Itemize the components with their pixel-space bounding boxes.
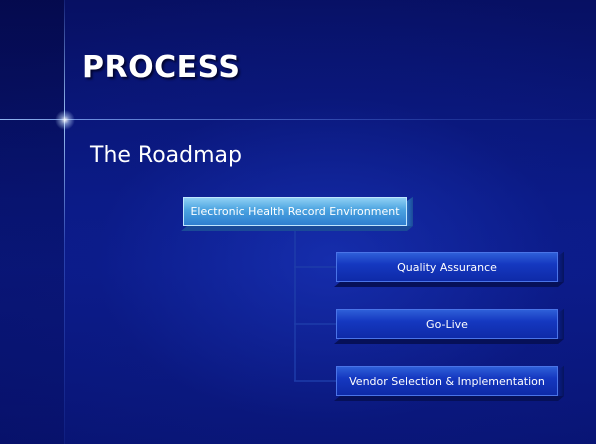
child-node-label: Go-Live — [426, 317, 468, 331]
diagram-root-node: Electronic Health Record Environment — [181, 196, 413, 231]
flare-star-icon — [55, 110, 75, 130]
connector-branch-2 — [294, 323, 336, 325]
connector-branch-3 — [294, 380, 336, 382]
child-node-label: Quality Assurance — [397, 260, 497, 274]
slide: PROCESS The Roadmap Electronic Health Re… — [0, 0, 596, 444]
connector-vertical — [294, 229, 296, 381]
diagram-child-node: Quality Assurance — [334, 251, 564, 287]
connector-branch-1 — [294, 266, 336, 268]
slide-subtitle: The Roadmap — [90, 143, 242, 168]
vertical-flare-line — [64, 0, 65, 444]
child-node-label: Vendor Selection & Implementation — [349, 374, 545, 388]
horizontal-flare-line — [0, 119, 596, 120]
left-panel-band — [0, 0, 64, 444]
diagram-child-node: Go-Live — [334, 308, 564, 344]
slide-title: PROCESS — [82, 50, 241, 85]
diagram-child-node: Vendor Selection & Implementation — [334, 365, 564, 401]
root-node-label: Electronic Health Record Environment — [190, 205, 400, 218]
